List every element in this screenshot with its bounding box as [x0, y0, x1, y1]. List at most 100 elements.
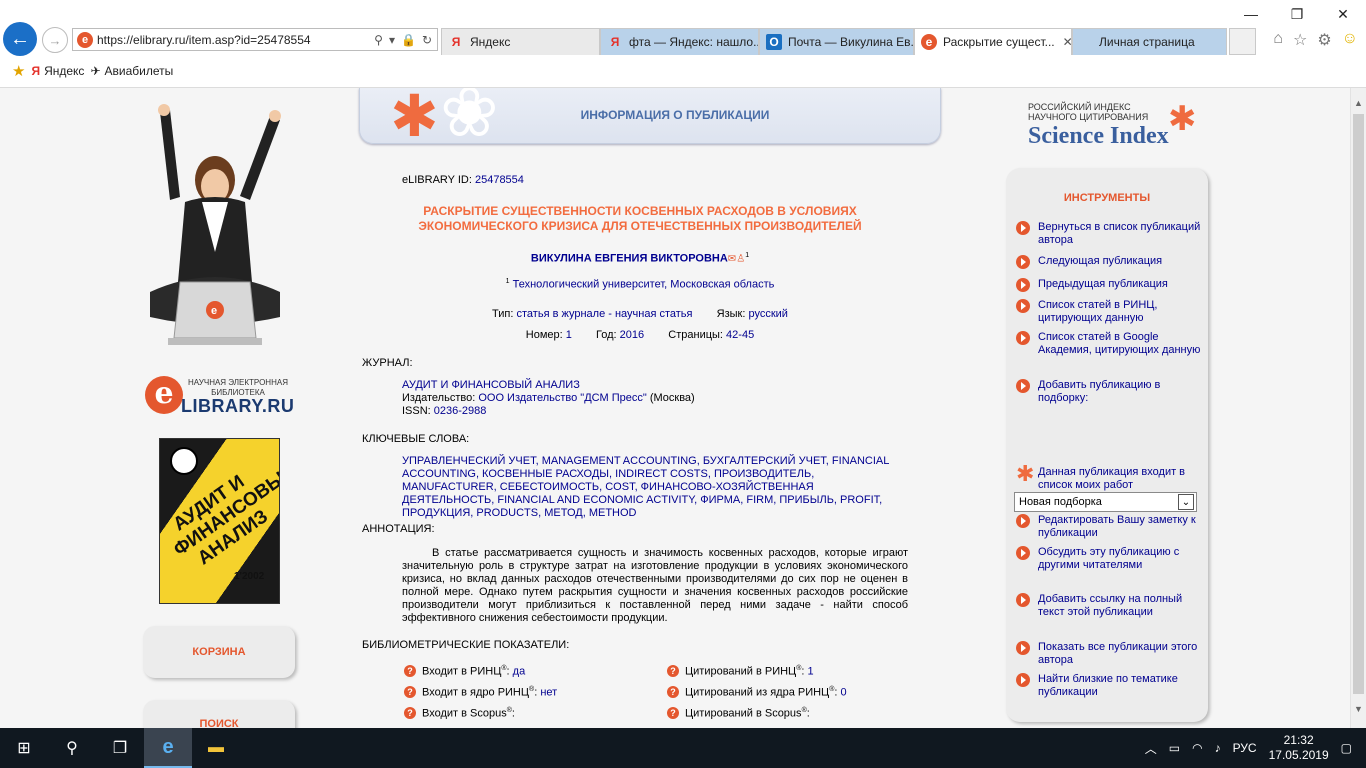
science-index-logo[interactable]: РОССИЙСКИЙ ИНДЕКС НАУЧНОГО ЦИТИРОВАНИЯ S…: [1028, 102, 1208, 154]
indicator-rinc-core: ? Входит в ядро РИНЦ®: нет: [404, 686, 557, 699]
minimize-icon[interactable]: —: [1228, 0, 1274, 28]
tab-yandex[interactable]: Я Яндекс: [441, 28, 600, 55]
scroll-up-icon[interactable]: ▲: [1354, 98, 1363, 108]
task-view-icon[interactable]: ❐: [96, 728, 144, 768]
help-icon[interactable]: ?: [404, 707, 416, 720]
lock-icon[interactable]: 🔒: [401, 33, 416, 47]
vertical-scrollbar[interactable]: ▲ ▼: [1350, 88, 1366, 728]
clock[interactable]: 21:32 17.05.2019: [1269, 733, 1329, 763]
maximize-icon[interactable]: ❐: [1274, 0, 1320, 28]
arrow-bullet-icon: [1016, 641, 1030, 655]
language-indicator[interactable]: РУС: [1233, 741, 1257, 755]
internet-explorer-icon[interactable]: e: [144, 728, 192, 768]
close-icon[interactable]: ✕: [1320, 0, 1366, 28]
cart-button[interactable]: КОРЗИНА: [143, 626, 295, 678]
taskbar: ⊞ ⚲ ❐ e ▬ ︿ ▭ ◠ ♪ РУС 21:32 17.05.2019 ▢: [0, 728, 1366, 768]
tool-add-fulltext-link[interactable]: Добавить ссылку на полный текст этой пуб…: [1016, 593, 1204, 619]
smiley-icon[interactable]: ☺: [1342, 30, 1358, 50]
profile-icon[interactable]: ♙: [736, 254, 745, 265]
refresh-icon[interactable]: ↻: [422, 33, 432, 47]
abstract-heading: АННОТАЦИЯ:: [362, 523, 435, 535]
tab-mail[interactable]: O Почта — Викулина Ев...: [759, 28, 914, 55]
scroll-down-icon[interactable]: ▼: [1354, 704, 1363, 714]
elibrary-id: eLIBRARY ID: 25478554: [402, 174, 524, 186]
search-button[interactable]: ПОИСК: [143, 700, 295, 728]
tool-in-my-works[interactable]: ✱ Данная публикация входит в список моих …: [1016, 461, 1204, 492]
tool-previous-publication[interactable]: Предыдущая публикация: [1016, 278, 1204, 292]
journal-block: АУДИТ И ФИНАНСОВЫЙ АНАЛИЗ Издательство: …: [402, 379, 695, 417]
notifications-icon[interactable]: ▢: [1341, 741, 1352, 755]
svg-text:e: e: [211, 305, 217, 317]
help-icon[interactable]: ?: [404, 686, 416, 699]
bibliometrics-heading: БИБЛИОМЕТРИЧЕСКИЕ ПОКАЗАТЕЛИ:: [362, 639, 570, 651]
elibrary-logo[interactable]: e НАУЧНАЯ ЭЛЕКТРОННАЯ БИБЛИОТЕКА LIBRARY…: [145, 376, 295, 418]
mail-icon[interactable]: ✉: [728, 254, 736, 265]
wifi-icon[interactable]: ◠: [1192, 741, 1202, 755]
collection-select[interactable]: Новая подборка ⌄: [1014, 492, 1197, 512]
dropdown-icon[interactable]: ▾: [389, 33, 395, 47]
asterisk-icon: ✱: [1016, 461, 1035, 486]
number-year-pages: Номер: 1 Год: 2016 Страницы: 42-45: [525, 329, 755, 341]
author-link[interactable]: ВИКУЛИНА ЕВГЕНИЯ ВИКТОРОВНА: [531, 253, 728, 265]
scroll-thumb[interactable]: [1353, 114, 1364, 694]
favorite-yandex[interactable]: Я Яндекс: [31, 64, 84, 78]
windows-start-icon[interactable]: ⊞: [0, 728, 48, 768]
show-hidden-icons-icon[interactable]: ︿: [1145, 740, 1157, 757]
publication-title: РАСКРЫТИЕ СУЩЕСТВЕННОСТИ КОСВЕННЫХ РАСХО…: [418, 204, 862, 233]
battery-icon[interactable]: ▭: [1169, 741, 1180, 755]
site-favicon-icon: e: [77, 31, 93, 48]
abstract-text: В статье рассматривается сущность и знач…: [402, 547, 908, 624]
favorites-star-icon[interactable]: ☆: [1293, 30, 1307, 50]
tools-heading: ИНСТРУМЕНТЫ: [1063, 192, 1151, 204]
tab-yandex-search[interactable]: Я фта — Яндекс: нашло...: [600, 28, 759, 55]
arrow-bullet-icon: [1016, 255, 1030, 269]
file-explorer-icon[interactable]: ▬: [192, 728, 240, 768]
help-icon[interactable]: ?: [667, 707, 679, 720]
url-text[interactable]: https://elibrary.ru/item.asp?id=25478554: [97, 33, 374, 47]
publisher-link[interactable]: ООО Издательство "ДСМ Пресс": [478, 392, 646, 404]
journal-link[interactable]: АУДИТ И ФИНАНСОВЫЙ АНАЛИЗ: [402, 379, 580, 391]
plane-icon: ✈: [90, 64, 101, 78]
arrow-bullet-icon: [1016, 331, 1030, 345]
page-content: e e НАУЧНАЯ ЭЛЕКТРОННАЯ БИБЛИОТЕКА LIBRA…: [0, 88, 1350, 728]
arrow-bullet-icon: [1016, 546, 1030, 560]
journal-cover-image[interactable]: АУДИТ И ФИНАНСОВЫЙ АНАЛИЗ 1'2002: [159, 438, 280, 604]
tab-personal-page[interactable]: Личная страница: [1072, 28, 1227, 55]
tool-next-publication[interactable]: Следующая публикация: [1016, 255, 1204, 269]
home-icon[interactable]: ⌂: [1273, 30, 1283, 50]
tool-rinc-citing-list[interactable]: Список статей в РИНЦ, цитирующих данную: [1016, 299, 1204, 325]
volume-icon[interactable]: ♪: [1215, 741, 1221, 755]
settings-gear-icon[interactable]: ⚙: [1317, 30, 1331, 50]
forward-button[interactable]: →: [42, 27, 68, 53]
tool-discuss[interactable]: Обсудить эту публикацию с другими читате…: [1016, 546, 1204, 572]
search-icon[interactable]: ⚲: [48, 728, 96, 768]
new-tab-button[interactable]: [1229, 28, 1256, 55]
tool-google-scholar-citing[interactable]: Список статей в Google Академия, цитирую…: [1016, 331, 1204, 357]
tool-back-to-author-list[interactable]: Вернуться в список публикаций автора: [1016, 221, 1204, 247]
help-icon[interactable]: ?: [667, 686, 679, 699]
chevron-down-icon[interactable]: ⌄: [1178, 494, 1194, 510]
arrow-bullet-icon: [1016, 221, 1030, 235]
tool-all-author-publications[interactable]: Показать все публикации этого автора: [1016, 641, 1204, 667]
tool-edit-note[interactable]: Редактировать Вашу заметку к публикации: [1016, 514, 1204, 540]
add-favorite-icon[interactable]: ★: [12, 62, 25, 80]
yandex-icon: Я: [610, 35, 620, 49]
elibrary-icon: e: [921, 34, 937, 50]
tab-publication[interactable]: e Раскрытие сущест... ✕: [914, 28, 1072, 55]
browser-tools: ⌂ ☆ ⚙ ☺: [1273, 30, 1358, 50]
keywords-list[interactable]: УПРАВЛЕНЧЕСКИЙ УЧЕТ, MANAGEMENT ACCOUNTI…: [402, 455, 908, 520]
address-bar[interactable]: e https://elibrary.ru/item.asp?id=254785…: [72, 28, 438, 51]
indicator-scopus: ? Входит в Scopus®:: [404, 707, 515, 720]
close-tab-icon[interactable]: ✕: [1063, 35, 1071, 49]
back-button[interactable]: ←: [3, 22, 37, 56]
tool-similar-publications[interactable]: Найти близкие по тематике публикации: [1016, 673, 1204, 699]
help-icon[interactable]: ?: [667, 665, 679, 678]
affiliation-link[interactable]: Технологический университет, Московская …: [513, 279, 775, 291]
seal-icon: [170, 447, 198, 475]
favorite-aviabilety[interactable]: ✈ Авиабилеты: [90, 64, 173, 78]
help-icon[interactable]: ?: [404, 665, 416, 678]
outlook-icon: O: [766, 34, 782, 50]
tool-add-to-collection[interactable]: Добавить публикацию в подборку:: [1016, 379, 1204, 405]
search-icon[interactable]: ⚲: [374, 33, 383, 47]
affiliation: 1 Технологический университет, Московска…: [505, 278, 775, 291]
